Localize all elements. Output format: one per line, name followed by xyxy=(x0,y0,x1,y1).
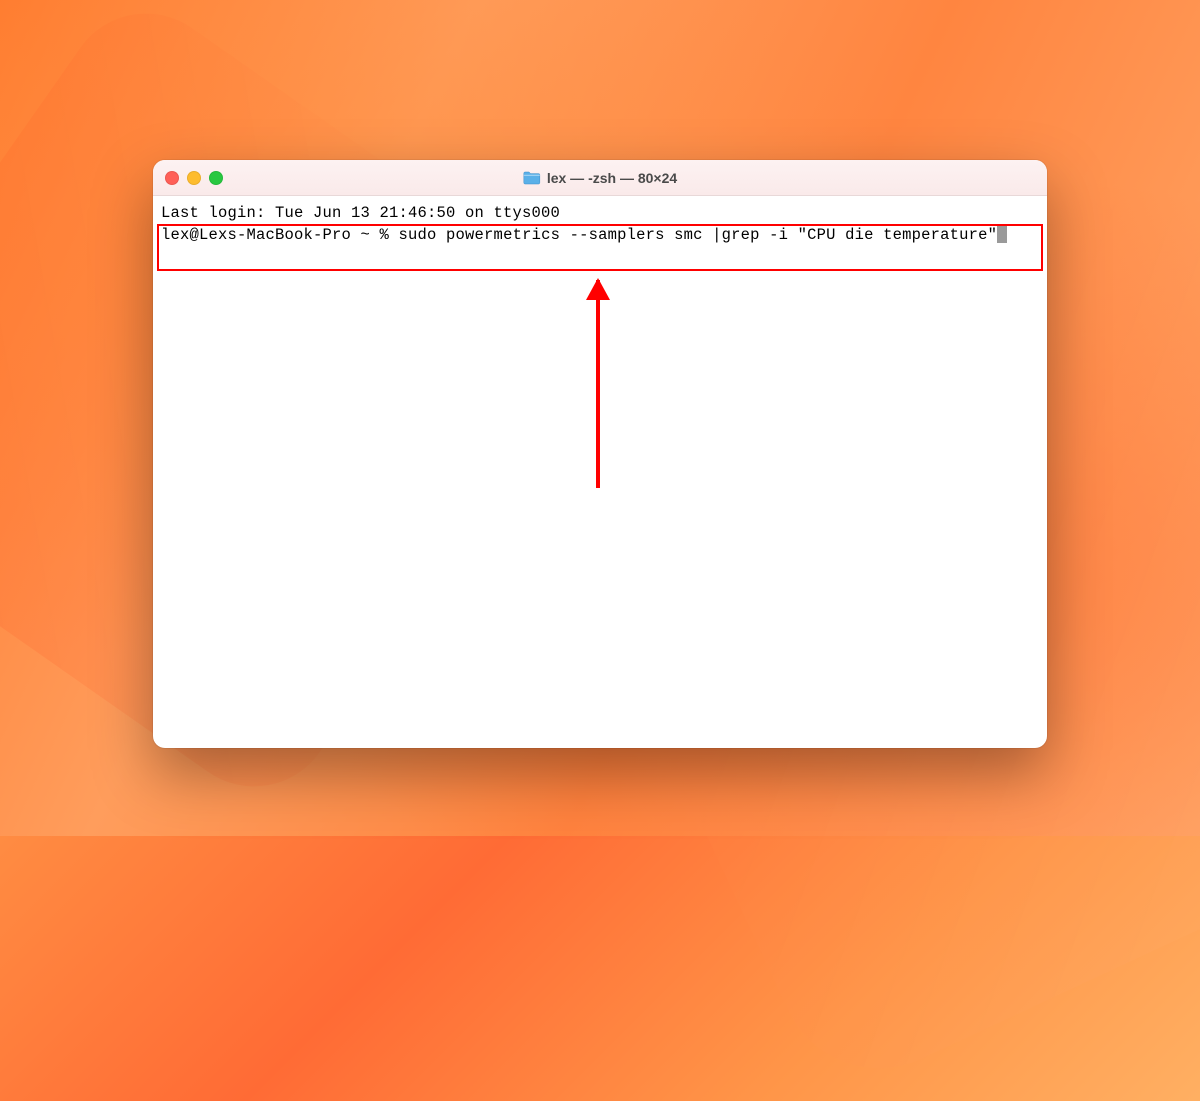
cursor xyxy=(997,224,1007,243)
close-button[interactable] xyxy=(165,171,179,185)
traffic-lights xyxy=(165,171,223,185)
minimize-button[interactable] xyxy=(187,171,201,185)
titlebar[interactable]: lex — -zsh — 80×24 xyxy=(153,160,1047,196)
maximize-button[interactable] xyxy=(209,171,223,185)
command-line: lex@Lexs-MacBook-Pro ~ % sudo powermetri… xyxy=(161,224,1039,246)
window-title-group: lex — -zsh — 80×24 xyxy=(523,170,677,186)
folder-icon xyxy=(523,171,541,185)
terminal-body[interactable]: Last login: Tue Jun 13 21:46:50 on ttys0… xyxy=(153,196,1047,748)
window-title: lex — -zsh — 80×24 xyxy=(547,170,677,186)
terminal-window: lex — -zsh — 80×24 Last login: Tue Jun 1… xyxy=(153,160,1047,748)
shell-prompt: lex@Lexs-MacBook-Pro ~ % xyxy=(161,226,399,244)
last-login-line: Last login: Tue Jun 13 21:46:50 on ttys0… xyxy=(161,202,1039,224)
command-text: sudo powermetrics --samplers smc |grep -… xyxy=(399,226,998,244)
